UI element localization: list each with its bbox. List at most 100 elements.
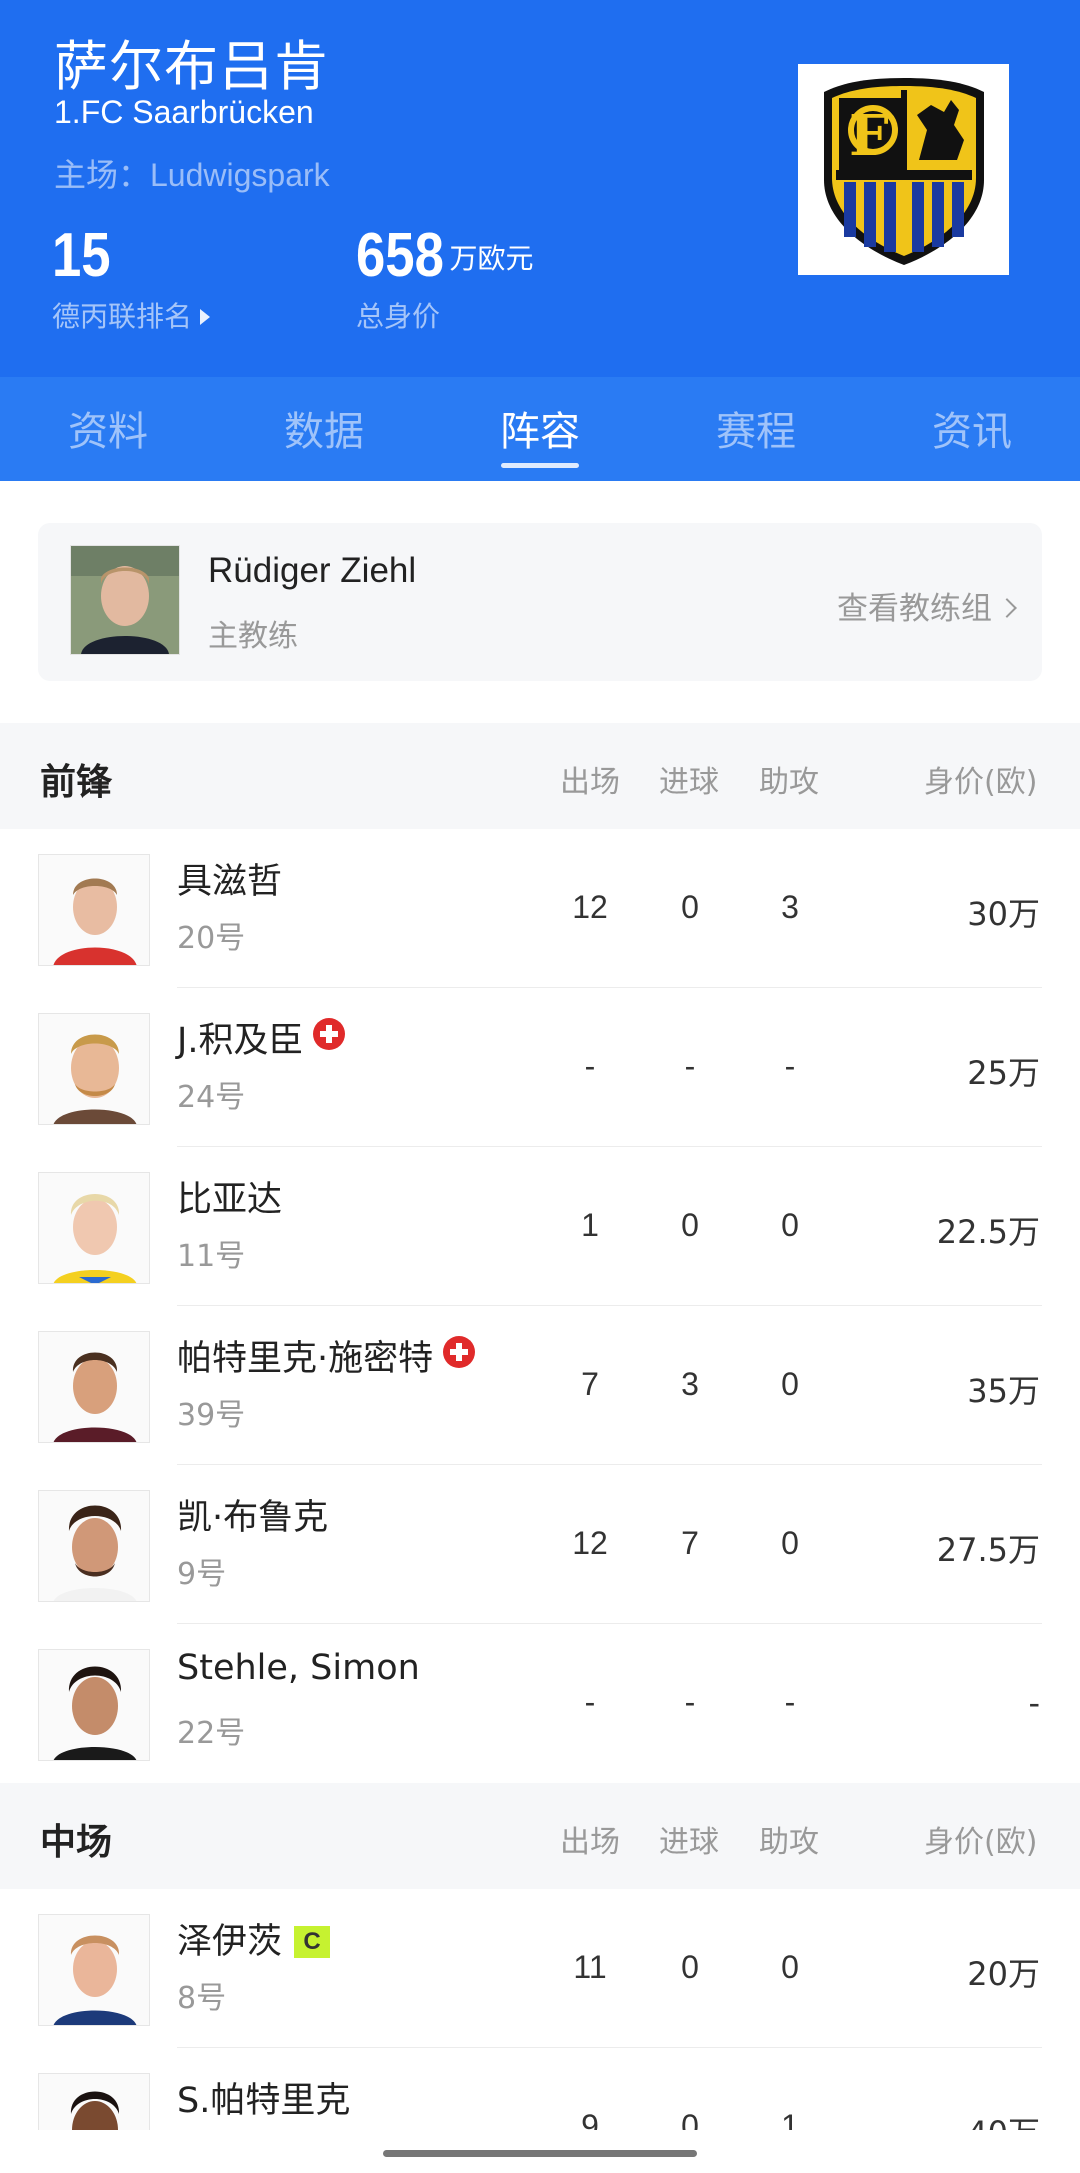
player-row[interactable]: 凯·布鲁克 9号 12 7 0 27.5万 xyxy=(0,1465,1080,1624)
section-title: 前锋 xyxy=(40,762,113,803)
tab-news[interactable]: 资讯 xyxy=(864,377,1080,481)
player-avatar xyxy=(38,1331,150,1443)
player-value: 35万 xyxy=(967,1372,1040,1410)
coach-avatar xyxy=(70,545,180,655)
player-value: 30万 xyxy=(967,895,1040,933)
player-row[interactable]: 具滋哲 20号 12 0 3 30万 xyxy=(0,829,1080,988)
player-goals: 0 xyxy=(681,1207,699,1243)
team-logo: F xyxy=(798,64,1009,275)
col-value: 身价(欧) xyxy=(924,765,1038,800)
player-avatar xyxy=(38,854,150,966)
col-assists: 助攻 xyxy=(759,765,819,800)
player-goals: 3 xyxy=(681,1366,699,1402)
player-number: 8号 xyxy=(177,1981,227,2016)
player-name: S.帕特里克 xyxy=(177,2081,351,2121)
player-number: 22号 xyxy=(177,1716,246,1751)
view-coaching-staff-label: 查看教练组 xyxy=(837,591,992,627)
swiss-flag-icon xyxy=(313,1018,346,1050)
player-number: 11号 xyxy=(177,1239,246,1274)
col-assists: 助攻 xyxy=(759,1825,819,1860)
player-name: 帕特里克·施密特 xyxy=(177,1339,434,1379)
col-apps: 出场 xyxy=(560,1825,620,1860)
player-assists: 0 xyxy=(781,1366,799,1402)
player-value: - xyxy=(1028,1684,1040,1722)
saarbruecken-crest-icon: F xyxy=(823,77,984,265)
player-apps: 12 xyxy=(572,889,608,925)
league-rank-label: 德丙联排名 xyxy=(52,300,193,333)
player-row[interactable]: J.积及臣 24号 - - - 25万 xyxy=(0,988,1080,1147)
player-number: 20号 xyxy=(177,921,246,956)
col-goals: 进球 xyxy=(659,765,719,800)
player-name-wrap: J.积及臣 xyxy=(177,1012,346,1063)
player-name: 比亚达 xyxy=(177,1180,283,1220)
player-goals: 0 xyxy=(681,1949,699,1985)
player-apps: 7 xyxy=(581,1366,599,1402)
player-row[interactable]: Stehle, Simon 22号 - - - - xyxy=(0,1624,1080,1783)
player-apps: - xyxy=(584,1684,596,1720)
player-apps: - xyxy=(584,1048,596,1084)
player-row[interactable]: 帕特里克·施密特 39号 7 3 0 35万 xyxy=(0,1306,1080,1465)
player-number: 24号 xyxy=(177,1080,246,1115)
col-value: 身价(欧) xyxy=(924,1825,1038,1860)
player-goals: - xyxy=(684,1684,696,1720)
player-name: 泽伊茨 xyxy=(177,1922,283,1962)
player-assists: 0 xyxy=(781,1949,799,1985)
player-name: J.积及臣 xyxy=(177,1021,304,1061)
player-assists: 0 xyxy=(781,1207,799,1243)
player-assists: - xyxy=(784,1048,796,1084)
player-name-wrap: 泽伊茨 C xyxy=(177,1913,331,1964)
team-name-cn: 萨尔布吕肯 xyxy=(54,35,329,98)
player-row[interactable]: 泽伊茨 C 8号 11 0 0 20万 xyxy=(0,1889,1080,2048)
player-number: 39号 xyxy=(177,1398,246,1433)
home-indicator[interactable] xyxy=(383,2150,697,2157)
market-value-unit: 万欧元 xyxy=(449,242,534,275)
chevron-right-icon xyxy=(997,598,1017,618)
player-avatar xyxy=(38,1172,150,1284)
col-apps: 出场 xyxy=(560,765,620,800)
section-title: 中场 xyxy=(40,1822,113,1863)
player-apps: 12 xyxy=(572,1525,608,1561)
player-row[interactable]: 比亚达 11号 1 0 0 22.5万 xyxy=(0,1147,1080,1306)
player-assists: 3 xyxy=(781,889,799,925)
player-value: 20万 xyxy=(967,1955,1040,1993)
tab-profile[interactable]: 资料 xyxy=(0,377,216,481)
tab-schedule[interactable]: 赛程 xyxy=(648,377,864,481)
market-value-stat: 658 万欧元 总身价 xyxy=(356,220,533,335)
league-rank-stat[interactable]: 15 德丙联排名 xyxy=(52,220,211,335)
coach-card[interactable]: Rüdiger Ziehl 主教练 查看教练组 xyxy=(38,523,1042,681)
tab-squad[interactable]: 阵容 xyxy=(432,377,648,481)
player-value: 25万 xyxy=(967,1054,1040,1092)
captain-badge: C xyxy=(294,1926,331,1958)
player-value: 22.5万 xyxy=(936,1213,1040,1251)
player-goals: - xyxy=(684,1048,696,1084)
player-name: 凯·布鲁克 xyxy=(177,1498,329,1538)
caret-right-icon xyxy=(200,309,211,325)
player-avatar xyxy=(38,1013,150,1125)
player-assists: - xyxy=(784,1684,796,1720)
team-name-en: 1.FC Saarbrücken xyxy=(54,94,314,130)
market-value: 658 xyxy=(356,221,444,290)
player-name: Stehle, Simon xyxy=(177,1648,420,1688)
player-avatar xyxy=(38,1649,150,1761)
player-assists: 0 xyxy=(781,1525,799,1561)
coach-name: Rüdiger Ziehl xyxy=(208,551,417,590)
section-header-midfielders: 中场 出场 进球 助攻 身价(欧) xyxy=(0,1783,1080,1889)
tab-bar: 资料 数据 阵容 赛程 资讯 xyxy=(0,377,1080,481)
team-venue: 主场：Ludwigspark xyxy=(54,157,330,193)
player-name-wrap: 帕特里克·施密特 xyxy=(177,1330,476,1381)
league-rank-value: 15 xyxy=(52,221,111,290)
player-goals: 7 xyxy=(681,1525,699,1561)
player-name: 具滋哲 xyxy=(177,862,283,902)
player-apps: 11 xyxy=(573,1949,607,1985)
view-coaching-staff-link[interactable]: 查看教练组 xyxy=(837,583,1017,628)
player-number: 9号 xyxy=(177,1557,227,1592)
player-goals: 0 xyxy=(681,889,699,925)
player-avatar xyxy=(38,1914,150,2026)
col-goals: 进球 xyxy=(659,1825,719,1860)
swiss-flag-icon xyxy=(443,1336,476,1368)
section-header-forwards: 前锋 出场 进球 助攻 身价(欧) xyxy=(0,723,1080,829)
tab-stats[interactable]: 数据 xyxy=(216,377,432,481)
player-apps: 1 xyxy=(581,1207,599,1243)
player-avatar xyxy=(38,1490,150,1602)
market-value-label: 总身价 xyxy=(356,300,441,333)
